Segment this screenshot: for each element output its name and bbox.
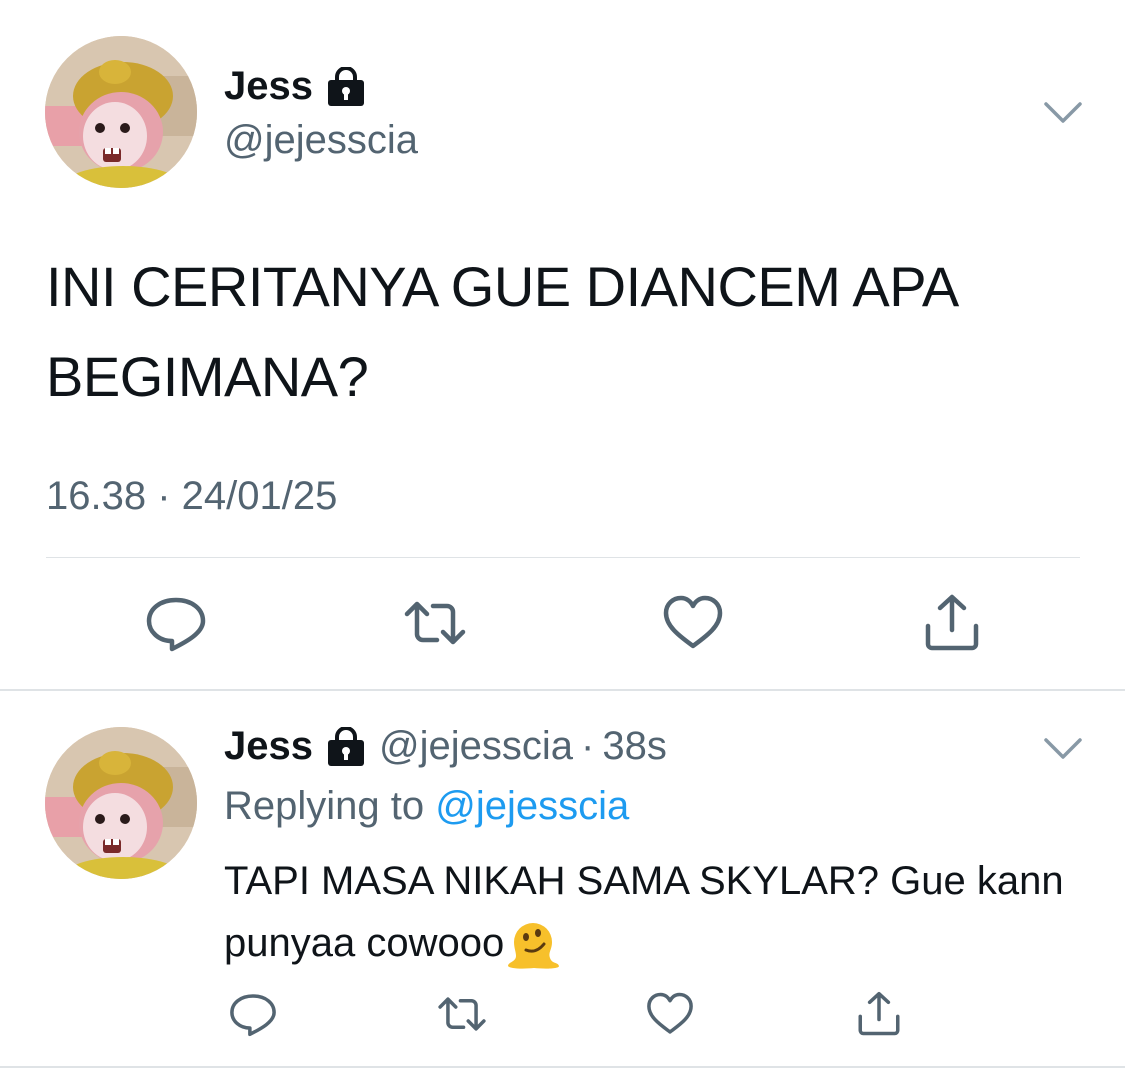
avatar-image bbox=[45, 727, 197, 879]
retweet-icon[interactable] bbox=[403, 594, 467, 652]
chevron-down-icon[interactable] bbox=[1043, 736, 1083, 762]
separator-dot: · bbox=[581, 724, 595, 768]
avatar-image bbox=[45, 36, 197, 188]
tweet-text: TAPI MASA NIKAH SAMA SKYLAR? Gue kann pu… bbox=[224, 859, 1064, 965]
reply-text-block: TAPI MASA NIKAH SAMA SKYLAR? Gue kann pu… bbox=[224, 850, 1084, 974]
replying-to-mention[interactable]: @jejesscia bbox=[435, 784, 629, 828]
author-display-name[interactable]: Jess bbox=[224, 64, 313, 109]
reply-header: Jess @jejesscia · 38s bbox=[224, 724, 667, 769]
chevron-down-icon[interactable] bbox=[1043, 100, 1083, 126]
lock-icon bbox=[325, 725, 367, 767]
lock-icon bbox=[325, 65, 367, 107]
avatar[interactable] bbox=[45, 727, 197, 879]
author-display-name[interactable]: Jess bbox=[224, 724, 313, 769]
divider bbox=[0, 689, 1125, 691]
divider bbox=[0, 1066, 1125, 1068]
reply-icon[interactable] bbox=[144, 594, 208, 652]
share-icon[interactable] bbox=[920, 594, 984, 652]
retweet-icon[interactable] bbox=[437, 990, 487, 1038]
author-handle[interactable]: @jejesscia bbox=[379, 724, 573, 769]
divider bbox=[46, 557, 1080, 558]
tweet-timestamp[interactable]: 16.38 · 24/01/25 bbox=[46, 474, 337, 519]
reply-action-bar bbox=[228, 990, 904, 1038]
author-handle[interactable]: @jejesscia bbox=[224, 118, 418, 163]
share-icon[interactable] bbox=[854, 990, 904, 1038]
replying-to-label: Replying to bbox=[224, 784, 425, 828]
tweet-text: INI CERITANYA GUE DIANCEM APA BEGIMANA? bbox=[46, 255, 956, 408]
like-icon[interactable] bbox=[645, 990, 695, 1038]
avatar[interactable] bbox=[45, 36, 197, 188]
tweet-action-bar bbox=[144, 594, 984, 652]
tweet-time[interactable]: 38s bbox=[602, 724, 667, 769]
replying-to-line: Replying to @jejesscia bbox=[224, 784, 629, 829]
like-icon[interactable] bbox=[661, 594, 725, 652]
reply-icon[interactable] bbox=[228, 990, 278, 1038]
melting-face-emoji bbox=[504, 912, 562, 970]
author-name-row: Jess bbox=[224, 64, 367, 109]
